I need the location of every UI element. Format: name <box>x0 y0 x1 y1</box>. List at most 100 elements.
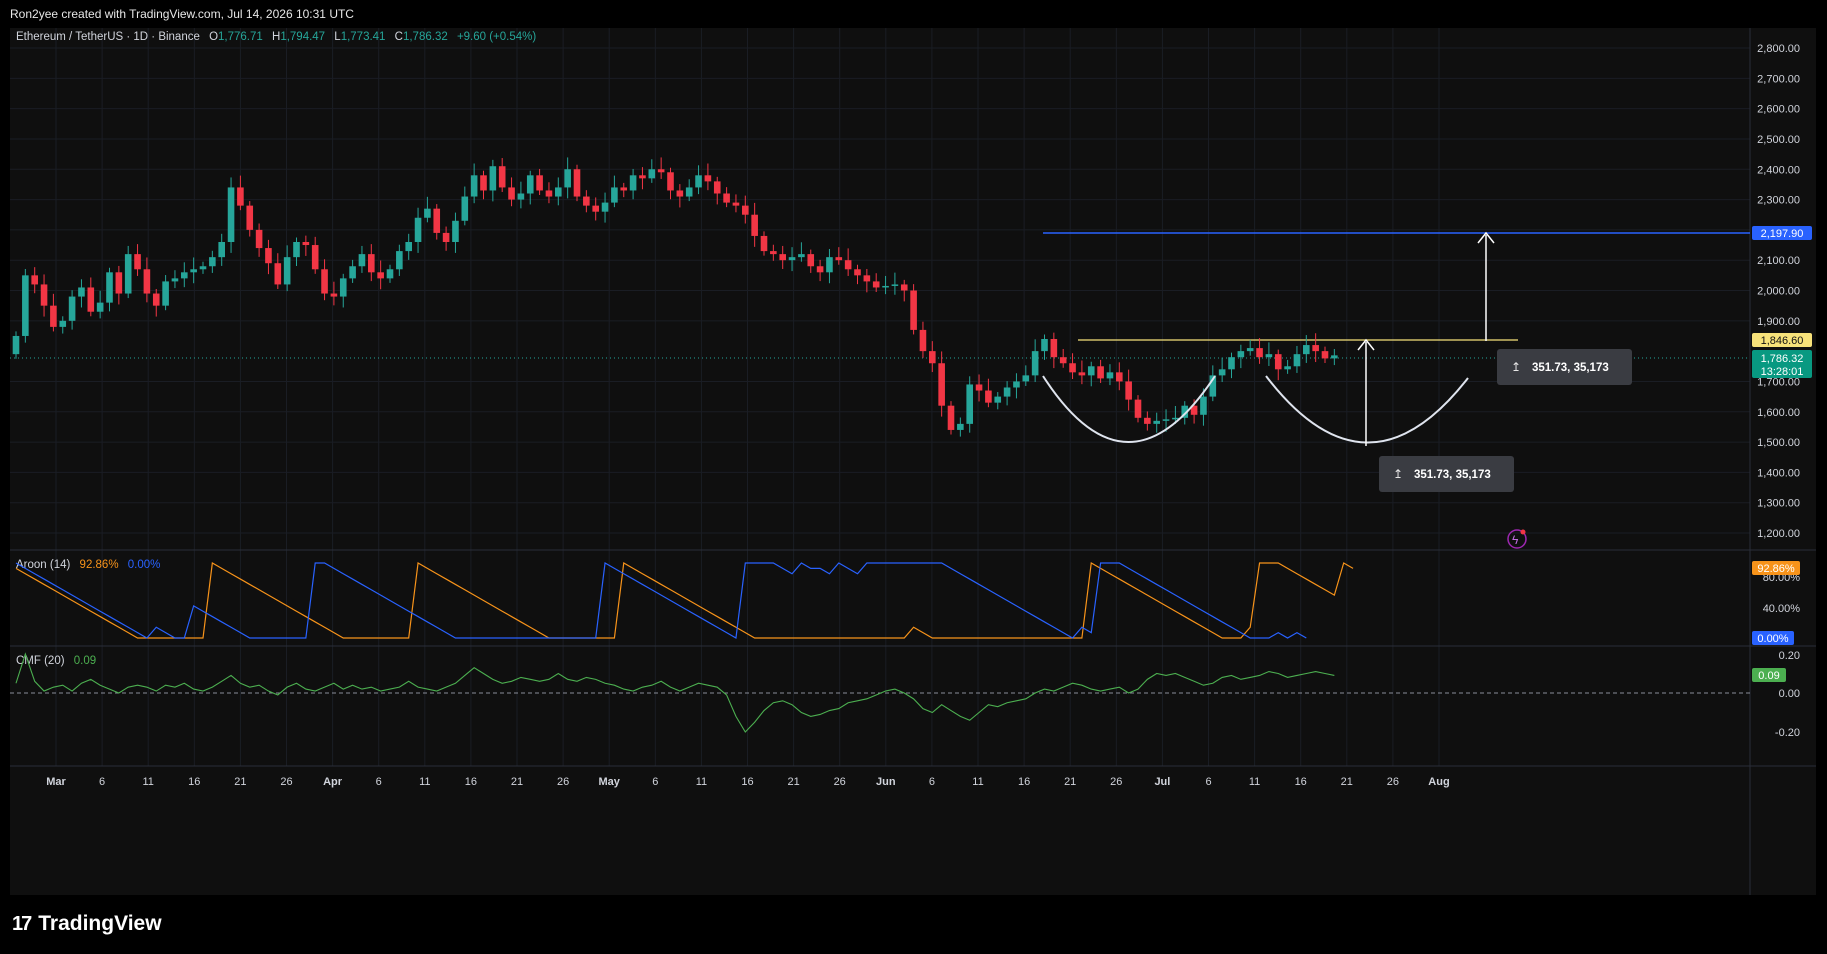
high-value: 1,794.47 <box>280 31 325 43</box>
candle-body <box>255 229 263 249</box>
candle-body <box>190 269 197 273</box>
price-tick-label: 2,500.00 <box>1757 134 1800 146</box>
candle-body <box>218 242 225 258</box>
time-tick-label: Jul <box>1154 776 1170 788</box>
aroon-up-line[interactable] <box>15 562 1354 639</box>
candle-body <box>405 242 412 252</box>
time-tick-label: 16 <box>1295 776 1307 788</box>
aroon-legend[interactable]: Aroon (14) 92.86% 0.00% <box>16 559 160 571</box>
candle-body <box>414 217 422 242</box>
countdown-text: 13:28:01 <box>1761 366 1804 378</box>
candle-body <box>1256 348 1263 358</box>
candle-body <box>760 235 768 252</box>
measure-label-2[interactable]: ↥ 351.73, 35,173 <box>1497 349 1632 385</box>
time-tick-label: 16 <box>465 776 477 788</box>
candle-body <box>1312 345 1319 352</box>
candle-body <box>779 254 786 261</box>
time-tick-label: Apr <box>323 776 343 788</box>
candle-body <box>798 254 805 258</box>
cmf-value: 0.09 <box>74 655 96 667</box>
aroon-down-tag-text: 0.00% <box>1757 633 1788 645</box>
chart-svg[interactable]: Ethereum / TetherUS · 1D · Binance O1,77… <box>10 28 1816 895</box>
candle-body <box>526 175 534 194</box>
price-tick-label: 1,200.00 <box>1757 528 1800 540</box>
candle-body <box>1153 420 1160 424</box>
candle-body <box>844 260 852 270</box>
time-axis[interactable]: Mar 6 11 16 21 26 Apr 6 11 16 21 26 May 6 11 16 21 26 Jun 6… <box>46 776 1449 788</box>
candle-body <box>1246 348 1254 352</box>
chart-frame[interactable]: Ethereum / TetherUS · 1D · Binance O1,77… <box>10 28 1816 895</box>
candle-body <box>1321 351 1329 359</box>
time-tick-label: 16 <box>188 776 200 788</box>
candle-body <box>573 169 581 197</box>
candle-body <box>1041 339 1048 352</box>
lightning-icon[interactable]: ϟ <box>1507 529 1527 549</box>
candle-body <box>1303 345 1310 355</box>
candle-body <box>386 269 394 279</box>
candle-body <box>78 287 85 297</box>
aroon-down-line[interactable] <box>15 562 1307 639</box>
time-tick-label: Mar <box>46 776 66 788</box>
time-tick-label: 21 <box>1064 776 1076 788</box>
candle-body <box>835 257 843 261</box>
candle-body <box>891 284 899 286</box>
time-tick-label: 21 <box>511 776 523 788</box>
time-tick-label: 21 <box>1341 776 1353 788</box>
candle-body <box>1059 357 1067 364</box>
time-tick-label: 26 <box>1110 776 1122 788</box>
candle-body <box>508 187 515 200</box>
candle-body <box>358 254 366 267</box>
candle-body <box>302 242 310 246</box>
symbol-legend[interactable]: Ethereum / TetherUS · 1D · Binance O1,77… <box>16 31 536 43</box>
candle-body <box>601 202 609 212</box>
time-tick-label: 11 <box>1249 776 1260 788</box>
tradingview-brand-text: TradingView <box>38 912 162 935</box>
candle-body <box>283 257 291 285</box>
measure-label-1[interactable]: ↥ 351.73, 35,173 <box>1379 456 1514 492</box>
cmf-tick-000: 0.00 <box>1779 688 1800 700</box>
candle-body <box>377 272 384 279</box>
credit-text: Ron2yee created with TradingView.com, Ju… <box>10 7 354 21</box>
candle-body <box>1284 366 1291 370</box>
candle-body <box>442 232 450 242</box>
candle-body <box>957 423 964 430</box>
candle-body <box>498 166 506 188</box>
candle-body <box>181 272 188 279</box>
cmf-value-tag: 0.09 <box>1752 668 1786 682</box>
price-axis[interactable]: 2,800.00 2,700.00 2,600.00 2,500.00 2,400.00… <box>1757 43 1800 540</box>
time-tick-label: Jun <box>876 776 896 788</box>
tradingview-logo[interactable]: 17 TradingView <box>12 912 162 936</box>
candle-body <box>461 196 469 221</box>
candle-body <box>1172 417 1179 420</box>
candle-body <box>1331 355 1338 359</box>
candle-body <box>1087 366 1095 376</box>
aroon-up-tag: 92.86% <box>1752 561 1800 575</box>
candle-body <box>1265 354 1273 358</box>
candle-body <box>424 208 431 218</box>
time-tick-label: 16 <box>1018 776 1030 788</box>
candle-body <box>872 281 880 288</box>
candle-body <box>433 208 441 233</box>
last-price-tag-text: 1,786.32 <box>1761 353 1804 365</box>
candle-body <box>854 269 861 276</box>
candle-body <box>1106 372 1114 379</box>
candle-body <box>143 269 151 294</box>
candle-body <box>882 285 889 288</box>
neckline-price-tag: 1,846.60 <box>1752 333 1812 347</box>
neckline-price-tag-text: 1,846.60 <box>1761 335 1804 347</box>
time-tick-label: 6 <box>1205 776 1211 788</box>
candle-body <box>68 296 76 321</box>
cup-arc-right[interactable] <box>1265 375 1469 444</box>
candle-body <box>349 266 356 279</box>
candle-body <box>339 278 347 297</box>
candle-body <box>31 275 38 285</box>
candle-body <box>59 320 67 327</box>
candle-body <box>1218 369 1226 376</box>
time-tick-label: 26 <box>557 776 569 788</box>
price-tick-label: 2,300.00 <box>1757 195 1800 207</box>
aroon-tick-40: 40.00% <box>1763 603 1801 615</box>
candle-body <box>124 254 132 294</box>
last-price-tag: 1,786.32 13:28:01 <box>1752 350 1812 378</box>
candle-body <box>12 335 20 355</box>
time-tick-label: 16 <box>741 776 753 788</box>
